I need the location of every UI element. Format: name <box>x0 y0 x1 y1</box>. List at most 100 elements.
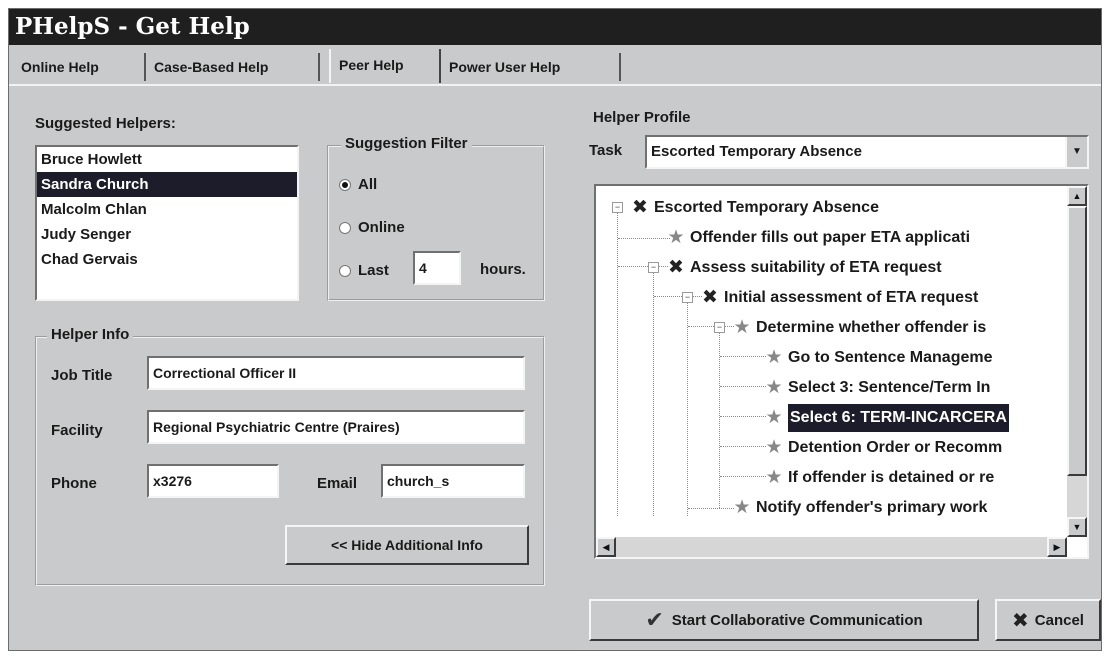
tree-connector <box>720 446 766 447</box>
tree-node-label: Select 3: Sentence/Term In <box>788 379 991 396</box>
tree-node[interactable]: ✖ Assess suitability of ETA request <box>666 254 942 282</box>
collapse-toggle[interactable]: − <box>648 262 659 273</box>
tree-node-label: Detention Order or Recomm <box>788 439 1003 456</box>
tree-node-label: Assess suitability of ETA request <box>690 259 942 276</box>
chevron-down-icon[interactable]: ▼ <box>1065 137 1087 167</box>
phone-label: Phone <box>51 475 97 492</box>
filter-all-label: All <box>358 176 378 193</box>
window-title: PHelpS - Get Help <box>15 13 250 40</box>
task-select-value: Escorted Temporary Absence <box>651 143 862 160</box>
tree-node-label: Determine whether offender is <box>756 319 987 336</box>
tree-connector <box>688 508 734 509</box>
facility-field[interactable]: Regional Psychiatric Centre (Praires) <box>147 410 525 444</box>
star-icon: ★ <box>765 347 783 368</box>
helper-list-item[interactable]: Chad Gervais <box>37 247 297 272</box>
hide-additional-info-button[interactable]: << Hide Additional Info <box>285 525 529 565</box>
x-mark-icon: ✖ <box>632 197 648 218</box>
star-icon: ★ <box>733 497 751 518</box>
tree-node-label: Escorted Temporary Absence <box>654 199 879 216</box>
tree-connector <box>617 213 618 516</box>
tree-node-label: Select 6: TERM-INCARCERA <box>788 404 1009 432</box>
tree-node-selected[interactable]: ★ Select 6: TERM-INCARCERA <box>764 404 1009 432</box>
suggestion-filter-caption: Suggestion Filter <box>341 135 472 152</box>
tab-peer-help[interactable]: Peer Help <box>329 49 441 83</box>
scroll-down-icon[interactable]: ▼ <box>1067 517 1087 537</box>
hours-label: hours. <box>480 261 526 278</box>
tree-node[interactable]: ★ Go to Sentence Manageme <box>764 344 993 372</box>
filter-online-label: Online <box>358 219 405 236</box>
collapse-toggle[interactable]: − <box>682 292 693 303</box>
tab-power-user-help[interactable]: Power User Help <box>441 53 621 81</box>
tab-bar: Online Help Case-Based Help Peer Help Po… <box>9 47 1101 85</box>
scroll-right-icon[interactable]: ▶ <box>1047 537 1067 557</box>
star-icon: ★ <box>765 437 783 458</box>
task-tree[interactable]: ✖ Escorted Temporary Absence ★ Offender … <box>594 184 1089 559</box>
filter-last-label: Last <box>358 262 389 279</box>
filter-last-option[interactable]: Last <box>339 262 389 279</box>
suggested-helpers-label: Suggested Helpers: <box>35 115 176 132</box>
task-select[interactable]: Escorted Temporary Absence ▼ <box>645 135 1089 169</box>
tree-node-label: Offender fills out paper ETA applicati <box>690 229 971 246</box>
tree-connector <box>653 273 654 516</box>
job-title-label: Job Title <box>51 367 113 384</box>
start-collaborative-communication-button[interactable]: ✔ Start Collaborative Communication <box>589 599 979 641</box>
filter-all-option[interactable]: All <box>339 176 377 193</box>
get-help-window: PHelpS - Get Help Online Help Case-Based… <box>8 8 1102 651</box>
tree-connector <box>720 356 766 357</box>
helper-list-item[interactable]: Malcolm Chlan <box>37 197 297 222</box>
scroll-up-icon[interactable]: ▲ <box>1067 186 1087 206</box>
tree-node[interactable]: ★ Determine whether offender is <box>732 314 986 342</box>
tree-node-label: Go to Sentence Manageme <box>788 349 993 366</box>
star-icon: ★ <box>765 407 783 428</box>
email-label: Email <box>317 475 358 492</box>
tab-case-based-help[interactable]: Case-Based Help <box>146 53 320 81</box>
helper-info-caption: Helper Info <box>47 326 134 343</box>
last-hours-input[interactable]: 4 <box>413 251 461 285</box>
phone-field[interactable]: x3276 <box>147 464 279 498</box>
tree-connector <box>688 326 734 327</box>
tab-online-help[interactable]: Online Help <box>13 53 146 81</box>
collapse-toggle[interactable]: − <box>612 202 623 213</box>
x-mark-icon: ✖ <box>702 287 718 308</box>
task-label: Task <box>589 142 623 159</box>
tree-connector <box>618 238 670 239</box>
close-icon: ✖ <box>1012 609 1029 632</box>
scroll-left-icon[interactable]: ◀ <box>596 537 616 557</box>
tree-node[interactable]: ★ Detention Order or Recomm <box>764 434 1002 462</box>
helpers-list[interactable]: Bruce Howlett Sandra Church Malcolm Chla… <box>35 145 299 301</box>
helper-list-item-selected[interactable]: Sandra Church <box>37 172 297 197</box>
tree-horizontal-scrollbar[interactable]: ◀ ▶ <box>596 537 1067 557</box>
cancel-button[interactable]: ✖ Cancel <box>995 599 1101 641</box>
tree-node[interactable]: ✖ Escorted Temporary Absence <box>630 194 879 222</box>
title-bar[interactable]: PHelpS - Get Help <box>9 9 1101 45</box>
vertical-scroll-thumb[interactable] <box>1067 206 1087 476</box>
tree-vertical-scrollbar[interactable]: ▲ ▼ <box>1067 186 1087 537</box>
tree-connector <box>654 296 702 297</box>
tree-connector <box>720 476 766 477</box>
collapse-toggle[interactable]: − <box>714 322 725 333</box>
tree-node[interactable]: ★ If offender is detained or re <box>764 464 994 492</box>
tab-panel-edge <box>9 84 1101 86</box>
tree-connector <box>687 303 688 516</box>
star-icon: ★ <box>733 317 751 338</box>
cancel-button-label: Cancel <box>1034 611 1084 629</box>
email-field[interactable]: church_s <box>381 464 525 498</box>
tree-node[interactable]: ★ Select 3: Sentence/Term In <box>764 374 990 402</box>
helper-list-item[interactable]: Bruce Howlett <box>37 147 297 172</box>
tree-node[interactable]: ★ Offender fills out paper ETA applicati <box>666 224 970 252</box>
radio-online[interactable] <box>339 221 351 234</box>
radio-all[interactable] <box>339 178 351 191</box>
tree-node[interactable]: ✖ Initial assessment of ETA request <box>700 284 978 312</box>
facility-label: Facility <box>51 422 103 439</box>
filter-online-option[interactable]: Online <box>339 219 405 236</box>
radio-last[interactable] <box>339 264 351 277</box>
helper-list-item[interactable]: Judy Senger <box>37 222 297 247</box>
tree-connector <box>618 266 668 267</box>
helper-profile-caption: Helper Profile <box>593 109 691 126</box>
star-icon: ★ <box>765 377 783 398</box>
job-title-field[interactable]: Correctional Officer II <box>147 356 525 390</box>
start-button-label: Start Collaborative Communication <box>671 611 923 629</box>
star-icon: ★ <box>667 227 685 248</box>
checkmark-icon: ✔ <box>645 607 664 632</box>
tree-node[interactable]: ★ Notify offender's primary work <box>732 494 987 522</box>
